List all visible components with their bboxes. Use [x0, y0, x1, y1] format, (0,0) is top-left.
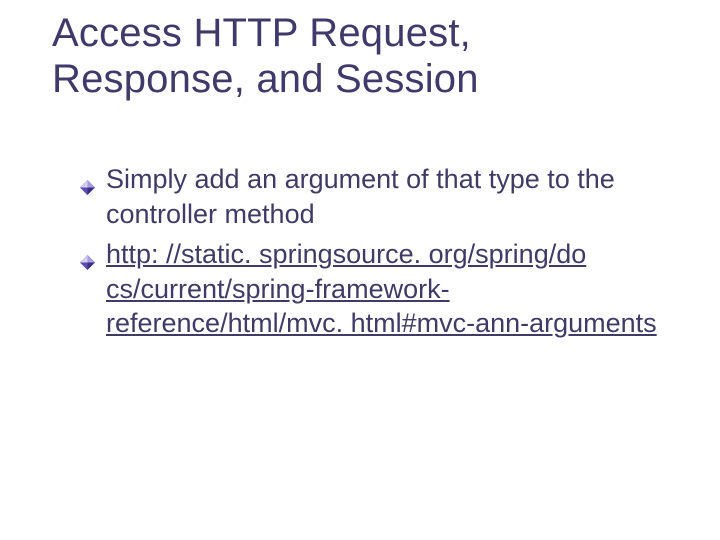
list-item: Simply add an argument of that type to t…: [80, 162, 668, 231]
list-item: http: //static. springsource. org/spring…: [80, 237, 668, 341]
list-item-text: Simply add an argument of that type to t…: [106, 164, 615, 229]
diamond-bullet-icon: [80, 169, 95, 184]
diamond-bullet-icon: [80, 244, 95, 259]
slide-title: Access HTTP Request, Response, and Sessi…: [52, 10, 668, 102]
link-text[interactable]: http: //static. springsource. org/spring…: [106, 239, 657, 338]
bullet-list: Simply add an argument of that type to t…: [80, 162, 668, 341]
